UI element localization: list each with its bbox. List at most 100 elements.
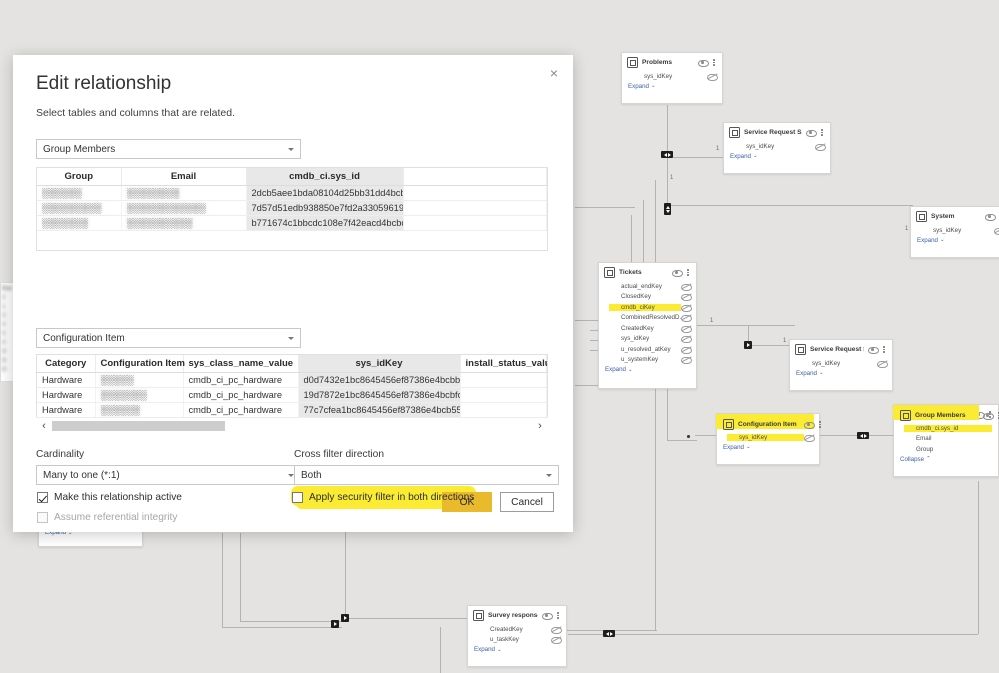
field-row[interactable]: sys_idKey bbox=[724, 141, 830, 152]
hidden-field-icon[interactable] bbox=[877, 360, 888, 368]
expand-link[interactable]: Expand ⌄ bbox=[468, 645, 566, 657]
more-options-icon[interactable] bbox=[817, 420, 823, 429]
field-row[interactable]: actual_endKey bbox=[599, 281, 696, 292]
more-options-icon[interactable] bbox=[711, 58, 717, 67]
table-row[interactable]: Hardware ░░░░░ cmdb_ci_pc_hardware d0d74… bbox=[37, 372, 547, 388]
cancel-button[interactable]: Cancel bbox=[500, 492, 554, 512]
hidden-field-icon[interactable] bbox=[681, 335, 692, 344]
hidden-field-icon[interactable] bbox=[551, 626, 562, 634]
field-row[interactable]: CombinedResolvedD... bbox=[599, 313, 696, 324]
eye-icon[interactable] bbox=[804, 421, 815, 429]
more-options-icon[interactable] bbox=[555, 611, 561, 620]
more-options-icon[interactable] bbox=[685, 268, 691, 277]
field-row[interactable]: Group bbox=[894, 444, 998, 455]
field-row[interactable]: cmdb_ci.sys_id bbox=[894, 423, 998, 434]
table-row[interactable]: ░░░░░░ ░░░░░░░░ 2dcb5aee1bda08104d25bb31… bbox=[37, 185, 547, 201]
cross-filter-both-icon[interactable] bbox=[661, 151, 673, 158]
hidden-field-icon[interactable] bbox=[681, 283, 692, 291]
model-table-problems[interactable]: Problems sys_idKey Expand ⌄ bbox=[621, 52, 723, 104]
field-row[interactable]: Email bbox=[894, 434, 998, 445]
field-row[interactable]: ClosedKey bbox=[599, 292, 696, 303]
field-row[interactable]: CreatedKey bbox=[599, 323, 696, 334]
table1-select[interactable]: Group Members bbox=[36, 139, 301, 159]
field-row[interactable]: CreatedKey bbox=[468, 624, 566, 635]
table2-horizontal-scrollbar[interactable]: ‹ › bbox=[36, 417, 548, 433]
expand-link[interactable]: Expand ⌄ bbox=[717, 443, 819, 455]
column-header[interactable]: Configuration Item bbox=[95, 355, 185, 373]
eye-icon[interactable] bbox=[806, 129, 817, 137]
hidden-field-icon[interactable] bbox=[815, 143, 826, 151]
expand-link[interactable]: Expand ⌄ bbox=[622, 82, 722, 94]
table2-select[interactable]: Configuration Item bbox=[36, 328, 301, 348]
column-header[interactable]: Category bbox=[37, 355, 96, 373]
cross-filter-select[interactable]: Both bbox=[294, 465, 559, 485]
column-header-selected[interactable]: cmdb_ci.sys_id bbox=[246, 168, 404, 186]
hidden-field-icon[interactable] bbox=[804, 434, 815, 442]
close-icon[interactable]: × bbox=[545, 64, 563, 82]
expand-link[interactable]: Expand ⌄ bbox=[790, 369, 892, 381]
hidden-field-icon[interactable] bbox=[681, 293, 692, 302]
table2-preview-grid[interactable]: Category Configuration Item sys_class_na… bbox=[36, 354, 548, 424]
scroll-right-icon[interactable]: › bbox=[532, 418, 548, 434]
hidden-field-icon[interactable] bbox=[707, 73, 718, 81]
table1-preview-grid[interactable]: Group Email cmdb_ci.sys_id ░░░░░░ ░░░░░░… bbox=[36, 167, 548, 251]
eye-icon[interactable] bbox=[983, 412, 994, 420]
cardinality-select[interactable]: Many to one (*:1) bbox=[36, 465, 301, 485]
hidden-field-icon[interactable] bbox=[681, 356, 692, 365]
hidden-field-icon[interactable] bbox=[681, 304, 692, 312]
hidden-field-icon[interactable] bbox=[681, 346, 692, 354]
field-row[interactable]: sys_idKey bbox=[622, 71, 722, 82]
cross-filter-both-icon[interactable] bbox=[603, 630, 615, 637]
make-relationship-active-checkbox[interactable]: Make this relationship active bbox=[37, 492, 182, 503]
field-row[interactable]: sys_idKey bbox=[911, 225, 999, 236]
apply-security-filter-checkbox[interactable]: Apply security filter in both directions bbox=[292, 492, 474, 503]
collapse-link[interactable]: Collapse ⌃ bbox=[894, 455, 998, 467]
expand-link[interactable]: Expand ⌄ bbox=[911, 236, 999, 248]
more-options-icon[interactable] bbox=[881, 345, 887, 354]
collapse-label: Collapse bbox=[900, 455, 925, 463]
hidden-field-icon[interactable] bbox=[994, 227, 999, 235]
field-row[interactable]: u_taskKey bbox=[468, 635, 566, 646]
field-row[interactable]: sys_idKey bbox=[717, 432, 819, 443]
expand-link[interactable]: Expand ⌄ bbox=[599, 365, 696, 377]
model-table-tickets[interactable]: Tickets actual_endKey ClosedKey cmdb_ciK… bbox=[598, 262, 697, 389]
field-row[interactable]: u_systemKey bbox=[599, 355, 696, 366]
model-table-system[interactable]: System sys_idKey Expand ⌄ bbox=[910, 206, 999, 258]
filter-direction-icon[interactable] bbox=[744, 341, 752, 349]
cross-filter-both-icon[interactable] bbox=[664, 203, 671, 215]
model-table-survey-responses[interactable]: Survey responses CreatedKey u_taskKey Ex… bbox=[467, 605, 567, 667]
eye-icon[interactable] bbox=[698, 59, 709, 67]
hidden-field-icon[interactable] bbox=[681, 314, 692, 323]
eye-icon[interactable] bbox=[542, 612, 553, 620]
table-row[interactable]: ░░░░░░░░░ ░░░░░░░░░░░░ 7d57d51edb938850e… bbox=[37, 200, 547, 216]
checkbox-icon[interactable] bbox=[292, 492, 303, 503]
hidden-field-icon[interactable] bbox=[681, 325, 692, 333]
eye-icon[interactable] bbox=[672, 269, 683, 277]
more-options-icon[interactable] bbox=[819, 128, 825, 137]
column-header[interactable]: Group bbox=[37, 168, 122, 186]
column-header[interactable]: sys_class_name_value bbox=[183, 355, 299, 373]
field-row[interactable]: u_resolved_atKey bbox=[599, 344, 696, 355]
filter-direction-icon[interactable] bbox=[331, 620, 339, 628]
model-table-service-request-shar[interactable]: Service Request Shar... sys_idKey Expand… bbox=[789, 339, 893, 391]
eye-icon[interactable] bbox=[985, 213, 996, 221]
checkbox-checked-icon[interactable] bbox=[37, 492, 48, 503]
model-table-service-request-shared[interactable]: Service Request Shared sys_idKey Expand … bbox=[723, 122, 831, 174]
scrollbar-thumb[interactable] bbox=[52, 420, 225, 431]
scrollbar-track[interactable] bbox=[52, 420, 532, 431]
field-row[interactable]: sys_idKey bbox=[599, 334, 696, 345]
filter-direction-icon[interactable] bbox=[341, 614, 349, 622]
scroll-left-icon[interactable]: ‹ bbox=[36, 418, 52, 434]
field-row[interactable]: sys_idKey bbox=[790, 358, 892, 369]
column-header-selected[interactable]: sys_idKey bbox=[298, 355, 461, 373]
table-row[interactable]: Hardware ░░░░░░░ cmdb_ci_pc_hardware 19d… bbox=[37, 387, 547, 403]
column-header[interactable]: Email bbox=[121, 168, 247, 186]
hidden-field-icon[interactable] bbox=[551, 636, 562, 645]
eye-icon[interactable] bbox=[868, 346, 879, 354]
field-row[interactable]: cmdb_ciKey bbox=[599, 302, 696, 313]
table-row[interactable]: ░░░░░░░ ░░░░░░░░░░ b771674c1bbcdc108e7f4… bbox=[37, 215, 547, 231]
column-header[interactable]: install_status_value bbox=[460, 355, 547, 373]
expand-link[interactable]: Expand ⌄ bbox=[724, 152, 830, 164]
cross-filter-both-icon[interactable] bbox=[857, 432, 869, 439]
table-row[interactable]: Hardware ░░░░░░ cmdb_ci_pc_hardware 77c7… bbox=[37, 402, 547, 418]
